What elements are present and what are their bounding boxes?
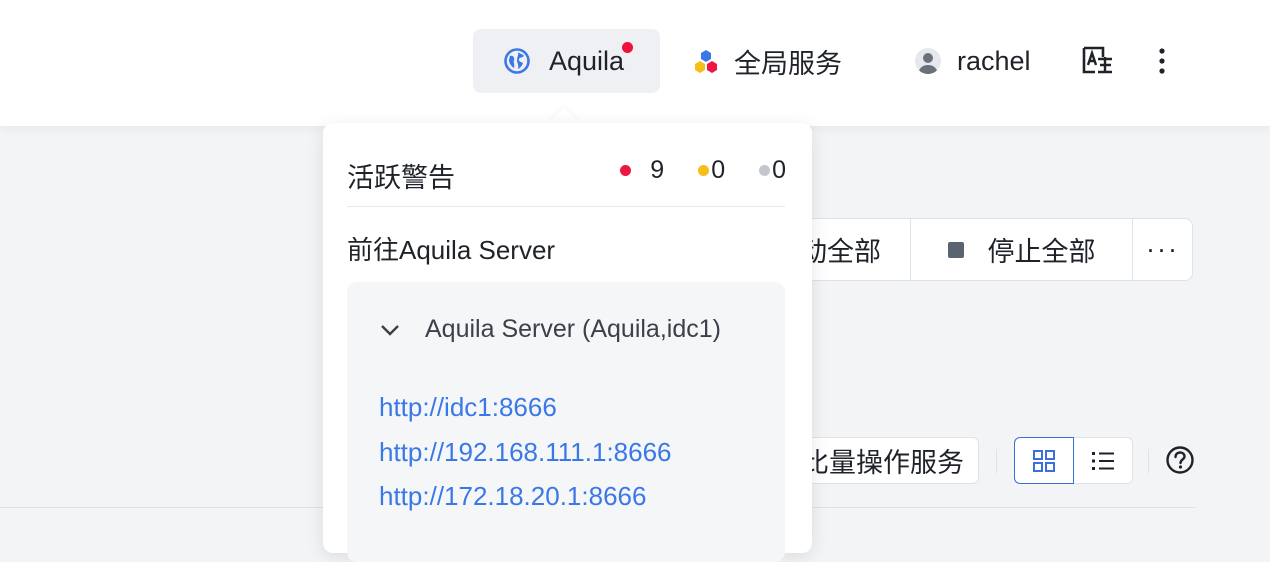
user-avatar-icon (913, 46, 943, 76)
warning-count: 0 (711, 156, 726, 184)
alert-count-critical: 9 (620, 156, 664, 185)
translate-icon (1081, 45, 1115, 77)
help-button[interactable] (1165, 445, 1195, 475)
alert-count-info: 0 (759, 156, 786, 185)
start-all-label: 动全部 (800, 237, 881, 267)
translate-button[interactable] (1081, 29, 1115, 93)
alert-badge-dot (622, 42, 633, 53)
goto-aquila-server-label: 前往Aquila Server (347, 235, 556, 265)
server-name: Aquila Server (Aquila,idc1) (425, 315, 721, 343)
cluster-icon (692, 47, 720, 75)
grid-view-button[interactable] (1014, 437, 1074, 484)
top-nav-bar: Aquila 全局服务 rachel (0, 0, 1270, 126)
alert-count-warning: 0 (698, 156, 725, 185)
info-count: 0 (772, 156, 786, 184)
server-collapse-toggle[interactable]: Aquila Server (Aquila,idc1) (380, 315, 721, 344)
help-icon (1165, 445, 1195, 475)
popover-divider (347, 206, 785, 207)
grid-view-icon (1032, 449, 1056, 473)
nav-aquila-button[interactable]: Aquila (473, 29, 660, 93)
active-alerts-title: 活跃警告 (347, 163, 455, 193)
list-view-button[interactable] (1074, 438, 1132, 483)
batch-operate-label: 比量操作服务 (802, 448, 964, 478)
server-link[interactable]: http://172.18.20.1:8666 (379, 479, 672, 524)
toolbar-divider (996, 449, 997, 473)
aquila-alerts-popover: 活跃警告 9 0 0 前往Aquila Server Aquila Server… (323, 123, 812, 562)
more-actions-label: ··· (1146, 234, 1179, 264)
list-view-icon (1091, 450, 1115, 472)
server-links: http://idc1:8666 http://192.168.111.1:86… (379, 390, 672, 524)
chevron-down-icon (380, 324, 400, 336)
stop-all-button[interactable]: 停止全部 (911, 219, 1133, 280)
warning-dot-icon (698, 165, 710, 176)
more-vertical-icon (1159, 47, 1165, 75)
info-dot-icon (759, 165, 771, 176)
server-panel: Aquila Server (Aquila,idc1) http://idc1:… (347, 282, 785, 562)
critical-dot-icon (620, 165, 632, 176)
nav-global-services-button[interactable]: 全局服务 (692, 29, 842, 93)
stop-all-label: 停止全部 (987, 237, 1096, 267)
critical-count: 9 (650, 156, 665, 184)
server-link[interactable]: http://192.168.111.1:8666 (379, 435, 672, 480)
nav-aquila-label: Aquila (549, 45, 625, 76)
alert-counts: 9 0 0 (620, 156, 786, 185)
globe-icon (503, 47, 531, 75)
nav-user-menu[interactable]: rachel (913, 29, 1031, 93)
toolbar-divider (1148, 449, 1149, 473)
server-link[interactable]: http://idc1:8666 (379, 390, 672, 435)
service-actions-group: 动全部 停止全部 ··· (770, 218, 1193, 281)
more-actions-button[interactable]: ··· (1133, 219, 1192, 280)
nav-user-label: rachel (957, 45, 1031, 76)
view-toggle (1014, 437, 1133, 484)
stop-icon (947, 241, 964, 258)
nav-global-services-label: 全局服务 (734, 48, 842, 79)
more-menu-button[interactable] (1150, 29, 1174, 93)
